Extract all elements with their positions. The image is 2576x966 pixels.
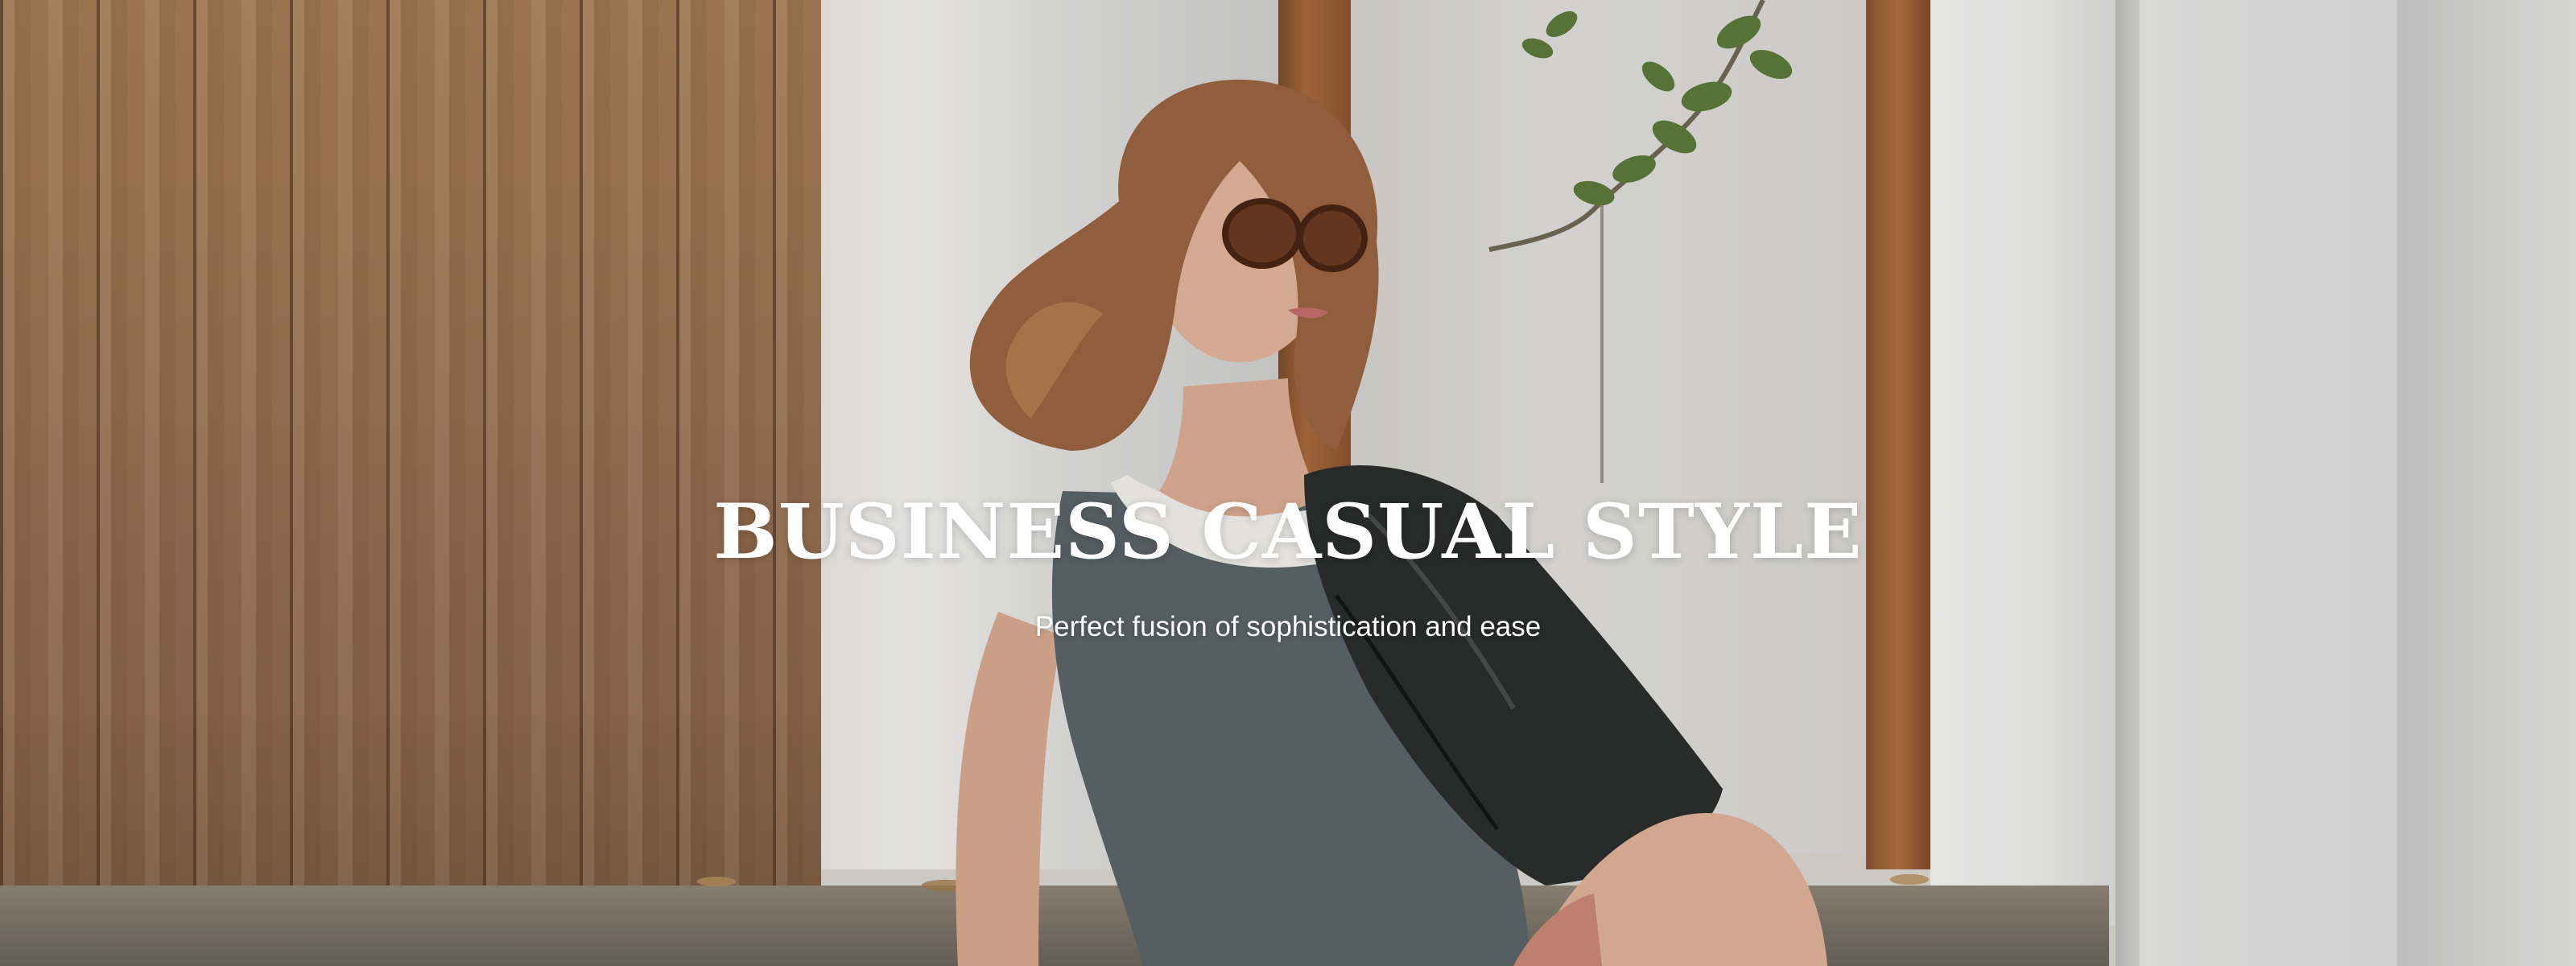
hero-subheadline: Perfect fusion of sophistication and eas… (1034, 611, 1542, 643)
model-photo (956, 79, 1827, 966)
hero-headline: BUSINESS CASUAL STYLE (713, 488, 1863, 576)
hero-caption: BUSINESS CASUAL STYLE Perfect fusion of … (0, 488, 2576, 643)
hero-banner[interactable]: BUSINESS CASUAL STYLE Perfect fusion of … (0, 0, 2576, 966)
